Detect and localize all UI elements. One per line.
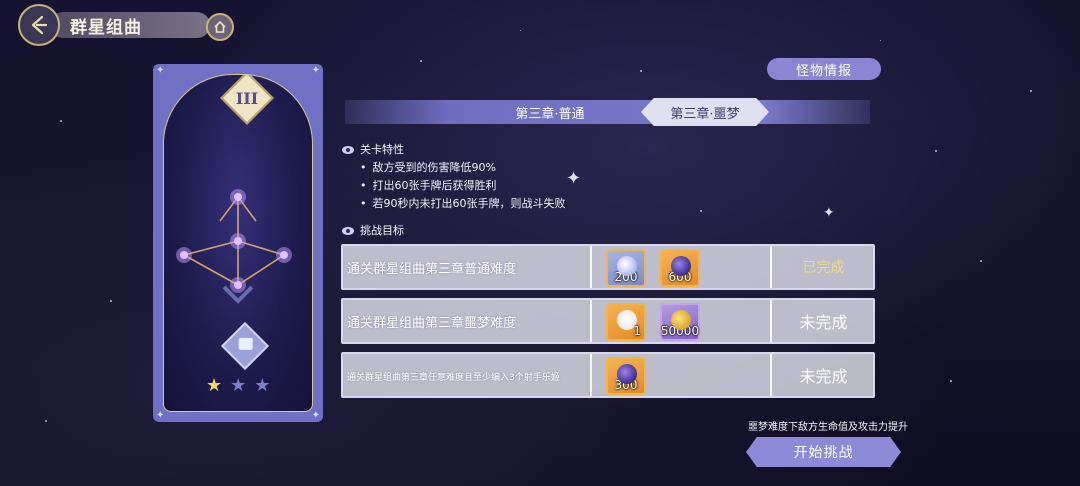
gold-coin-icon [671,310,691,330]
nightmare-note: 噩梦难度下敌方生命值及攻击力提升 [748,422,908,433]
reward-count: 1 [633,324,641,338]
reward-chest-button[interactable] [220,321,270,371]
status-badge: 未完成 [799,313,848,332]
challenge-heading: 挑战目标 [342,222,404,238]
reward-item[interactable]: 200 [606,249,646,287]
challenge-desc: 通关群星组曲第三章任意难度且至少编入3个射手乐姬 [347,373,560,383]
corner-sparkle-icon: ✦ [311,65,320,76]
challenge-row: 通关群星组曲第三章普通难度 200 600 已完成 [341,244,875,290]
eye-icon [342,146,354,154]
stage-features-title: 关卡特性 [360,143,404,156]
home-button[interactable] [206,13,234,41]
star-rating: ★ ★ ★ [206,375,270,396]
constellation-icon [176,189,292,304]
dark-orb-icon [617,364,637,384]
corner-sparkle-icon: ✦ [156,65,165,76]
status-badge: 未完成 [799,367,848,386]
star-filled-icon: ★ [206,375,223,396]
reward-item[interactable]: 1 [606,303,646,341]
reward-item[interactable]: 50000 [660,303,700,341]
chapter-badge: III [220,75,274,125]
chapter-card: III ★ ★ ★ ✦ ✦ ✦ ✦ [153,64,323,422]
tab-nightmare[interactable]: 第三章·噩梦 [641,98,769,126]
stage-features-heading: 关卡特性 [342,141,404,157]
crystal-gem-icon [617,256,637,276]
corner-sparkle-icon: ✦ [311,410,320,421]
challenge-desc: 通关群星组曲第三章普通难度 [347,262,517,277]
feature-item: 打出60张手牌后获得胜利 [360,177,497,193]
chest-icon [238,337,253,350]
status-badge: 已完成 [802,260,845,276]
challenge-desc: 通关群星组曲第三章噩梦难度 [347,316,517,331]
chapter-numeral: III [235,88,259,108]
home-icon [214,20,226,33]
feature-item: 若90秒内未打出60张手牌，则战斗失败 [360,195,566,211]
start-challenge-button[interactable]: 开始挑战 [746,437,901,467]
star-empty-icon: ★ [254,375,271,396]
tab-normal[interactable]: 第三章·普通 [465,100,635,124]
star-empty-icon: ★ [230,375,247,396]
challenge-row: 通关群星组曲第三章噩梦难度 1 50000 未完成 [341,298,875,344]
monster-info-button[interactable]: 怪物情报 [767,58,881,80]
top-bar: 群星组曲 [18,4,210,46]
back-button[interactable] [18,4,60,46]
chapter-card-art: III ★ ★ ★ [163,74,313,412]
reward-item[interactable]: 300 [606,357,646,395]
corner-sparkle-icon: ✦ [156,410,165,421]
divider [590,300,592,342]
sparkle-icon: ✦ [823,205,835,221]
dark-orb-icon [671,256,691,276]
feature-item: 敌方受到的伤害降低90% [360,159,496,175]
difficulty-tabs: 第三章·普通 第三章·噩梦 [345,98,870,126]
page-title: 群星组曲 [50,12,210,38]
divider [590,354,592,396]
reward-item[interactable]: 600 [660,249,700,287]
sparkle-icon: ✦ [566,168,582,189]
divider [590,246,592,288]
eye-icon [342,227,354,235]
challenge-row: 通关群星组曲第三章任意难度且至少编入3个射手乐姬 300 未完成 [341,352,875,398]
challenge-title: 挑战目标 [360,224,404,237]
back-arrow-icon [31,15,48,35]
